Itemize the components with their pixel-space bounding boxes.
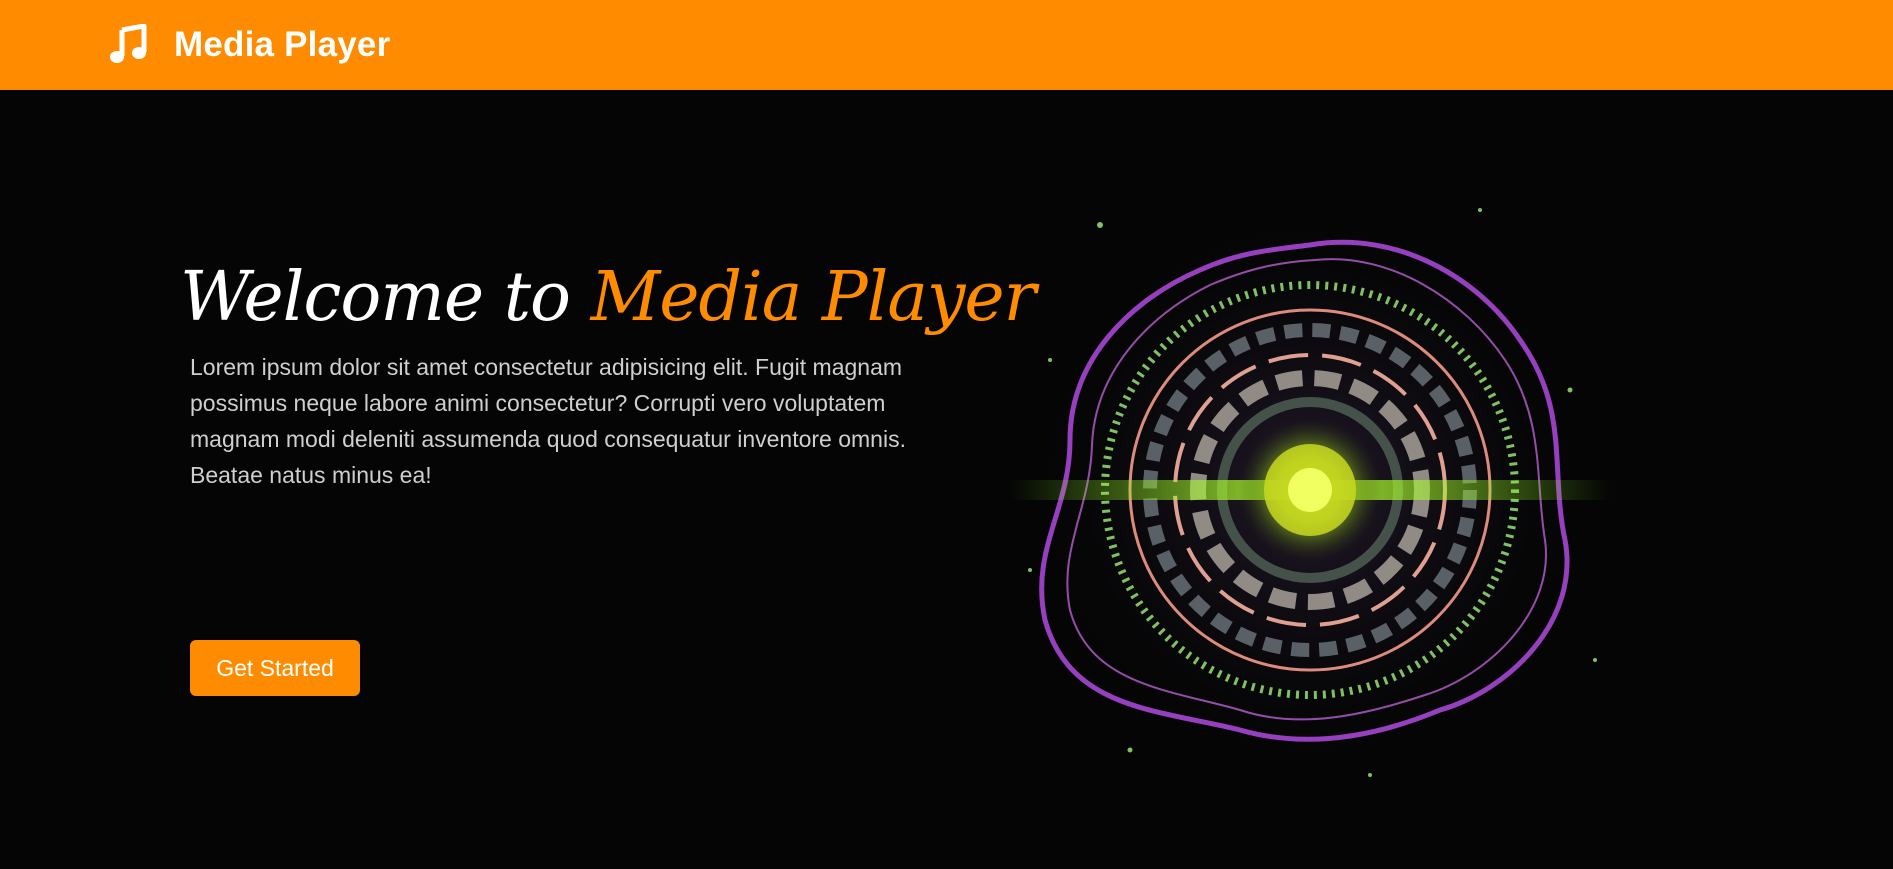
hero-title-highlight: Media Player	[590, 258, 1037, 337]
audio-visualizer-graphic	[1010, 200, 1610, 780]
hero-section: Welcome to Media Player Lorem ipsum dolo…	[0, 90, 1893, 869]
hero-description: Lorem ipsum dolor sit amet consectetur a…	[190, 354, 906, 488]
hero-text-block: Welcome to Media Player Lorem ipsum dolo…	[180, 255, 1036, 696]
navbar: Media Player	[0, 0, 1893, 90]
music-note-icon	[110, 24, 147, 63]
get-started-button[interactable]: Get Started	[190, 640, 360, 696]
hero-title-prefix: Welcome to	[180, 258, 571, 337]
brand-name: Media Player	[174, 25, 391, 64]
hero-title: Welcome to Media Player	[180, 255, 1036, 341]
brand-link[interactable]: Media Player	[108, 24, 390, 66]
